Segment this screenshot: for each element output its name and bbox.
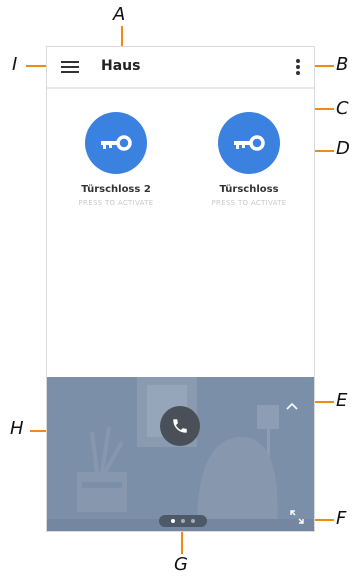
callout-g: G (174, 554, 188, 575)
callout-e: E (336, 390, 348, 411)
chevron-up-icon[interactable] (286, 395, 298, 410)
callout-b: B (336, 54, 349, 75)
lock-1-hint: PRESS TO ACTIVATE (78, 199, 154, 207)
lock-card-1: Türschloss 2 PRESS TO ACTIVATE (68, 112, 164, 207)
hamburger-menu-icon[interactable] (61, 61, 79, 73)
call-button[interactable] (160, 406, 200, 446)
lock-1-activate-button[interactable] (85, 112, 147, 174)
lock-2-hint: PRESS TO ACTIVATE (211, 199, 287, 207)
callout-a: A (113, 4, 126, 25)
page-dot-2 (181, 519, 185, 523)
key-icon (101, 135, 132, 151)
app-screen: Haus Türschloss 2 PRESS TO ACTIVATE Türs… (46, 46, 315, 532)
page-dot-3 (191, 519, 195, 523)
page-indicator[interactable] (159, 515, 207, 527)
callout-i: I (12, 54, 18, 75)
lock-1-name: Türschloss 2 (81, 184, 151, 195)
lock-2-name: Türschloss (219, 184, 279, 195)
lock-2-activate-button[interactable] (218, 112, 280, 174)
callout-h: H (10, 418, 24, 439)
page-dot-1 (171, 519, 175, 523)
callout-f: F (336, 508, 347, 529)
video-preview-panel[interactable] (47, 377, 314, 531)
vertical-ellipsis-icon[interactable] (296, 59, 300, 75)
expand-icon[interactable] (290, 509, 304, 524)
callout-c: C (336, 98, 349, 119)
page-title: Haus (101, 58, 141, 74)
callout-d: D (336, 138, 350, 159)
phone-icon (173, 419, 187, 433)
header-divider (47, 87, 314, 89)
key-icon (234, 135, 265, 151)
top-bar: Haus (47, 47, 314, 87)
lock-card-2: Türschloss PRESS TO ACTIVATE (201, 112, 297, 207)
room-background-illustration (47, 377, 314, 531)
